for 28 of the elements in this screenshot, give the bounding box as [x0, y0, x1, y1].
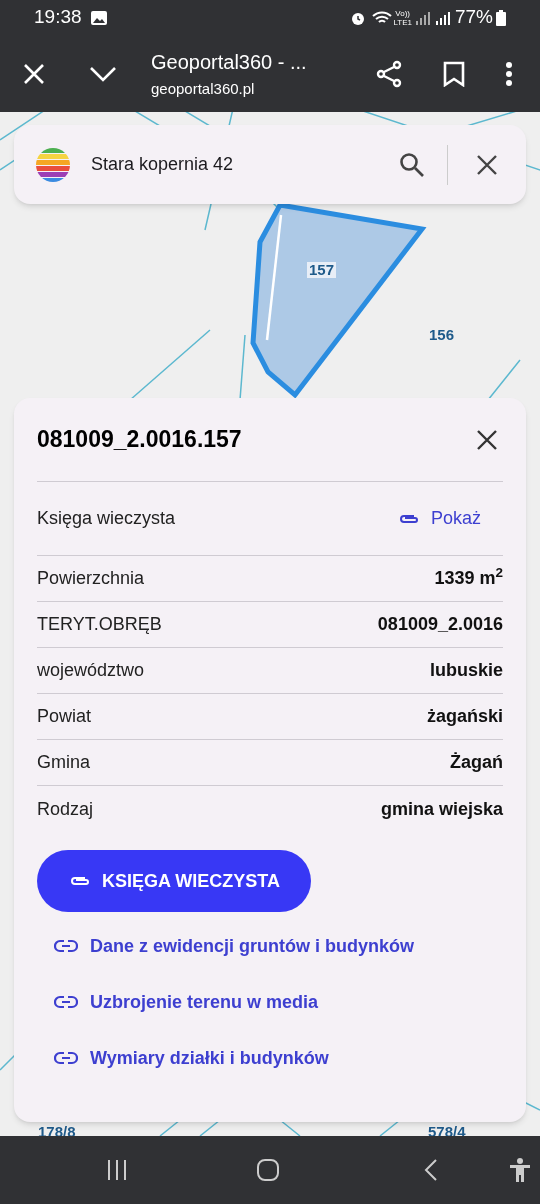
network-label: Vo)) LTE1: [393, 8, 412, 27]
info-link[interactable]: Wymiary działki i budynków: [54, 1046, 503, 1070]
row-label: TERYT.OBRĘB: [37, 613, 163, 636]
page-url: geoportal360.pl: [151, 78, 256, 99]
row-value: gmina wiejska: [380, 797, 503, 821]
row-value: Żagań: [450, 751, 503, 774]
page-title: Geoportal360 - ...: [151, 49, 308, 75]
row-value: 081009_2.0016: [377, 613, 503, 636]
clock: 19:38: [34, 5, 82, 30]
parcel-number: 157: [307, 262, 337, 278]
row-value: żagański: [426, 705, 503, 728]
battery-level: 77%: [454, 5, 493, 30]
search-bar[interactable]: Stara kopernia 42: [14, 125, 526, 204]
row-label: Księga wieczysta: [37, 507, 177, 530]
row-label: Gmina: [37, 751, 91, 774]
row-label: województwo: [37, 659, 146, 682]
parcel-title: 081009_2.0016.157: [37, 425, 243, 455]
row-value: lubuskie: [429, 659, 503, 682]
row-label: Rodzaj: [37, 797, 95, 821]
show-link[interactable]: Pokaż: [396, 505, 481, 532]
info-link[interactable]: Uzbrojenie terenu w media: [54, 990, 503, 1014]
row-label: Powierzchnia: [37, 567, 146, 590]
info-link[interactable]: Dane z ewidencji gruntów i budynków: [54, 934, 503, 958]
parcel-number: 156: [429, 327, 455, 343]
land-register-button[interactable]: KSIĘGA WIECZYSTA: [37, 850, 311, 912]
search-query: Stara kopernia 42: [91, 153, 235, 176]
row-value: 1339 m$^{2}$: [434, 565, 503, 590]
row-label: Powiat: [37, 705, 93, 728]
